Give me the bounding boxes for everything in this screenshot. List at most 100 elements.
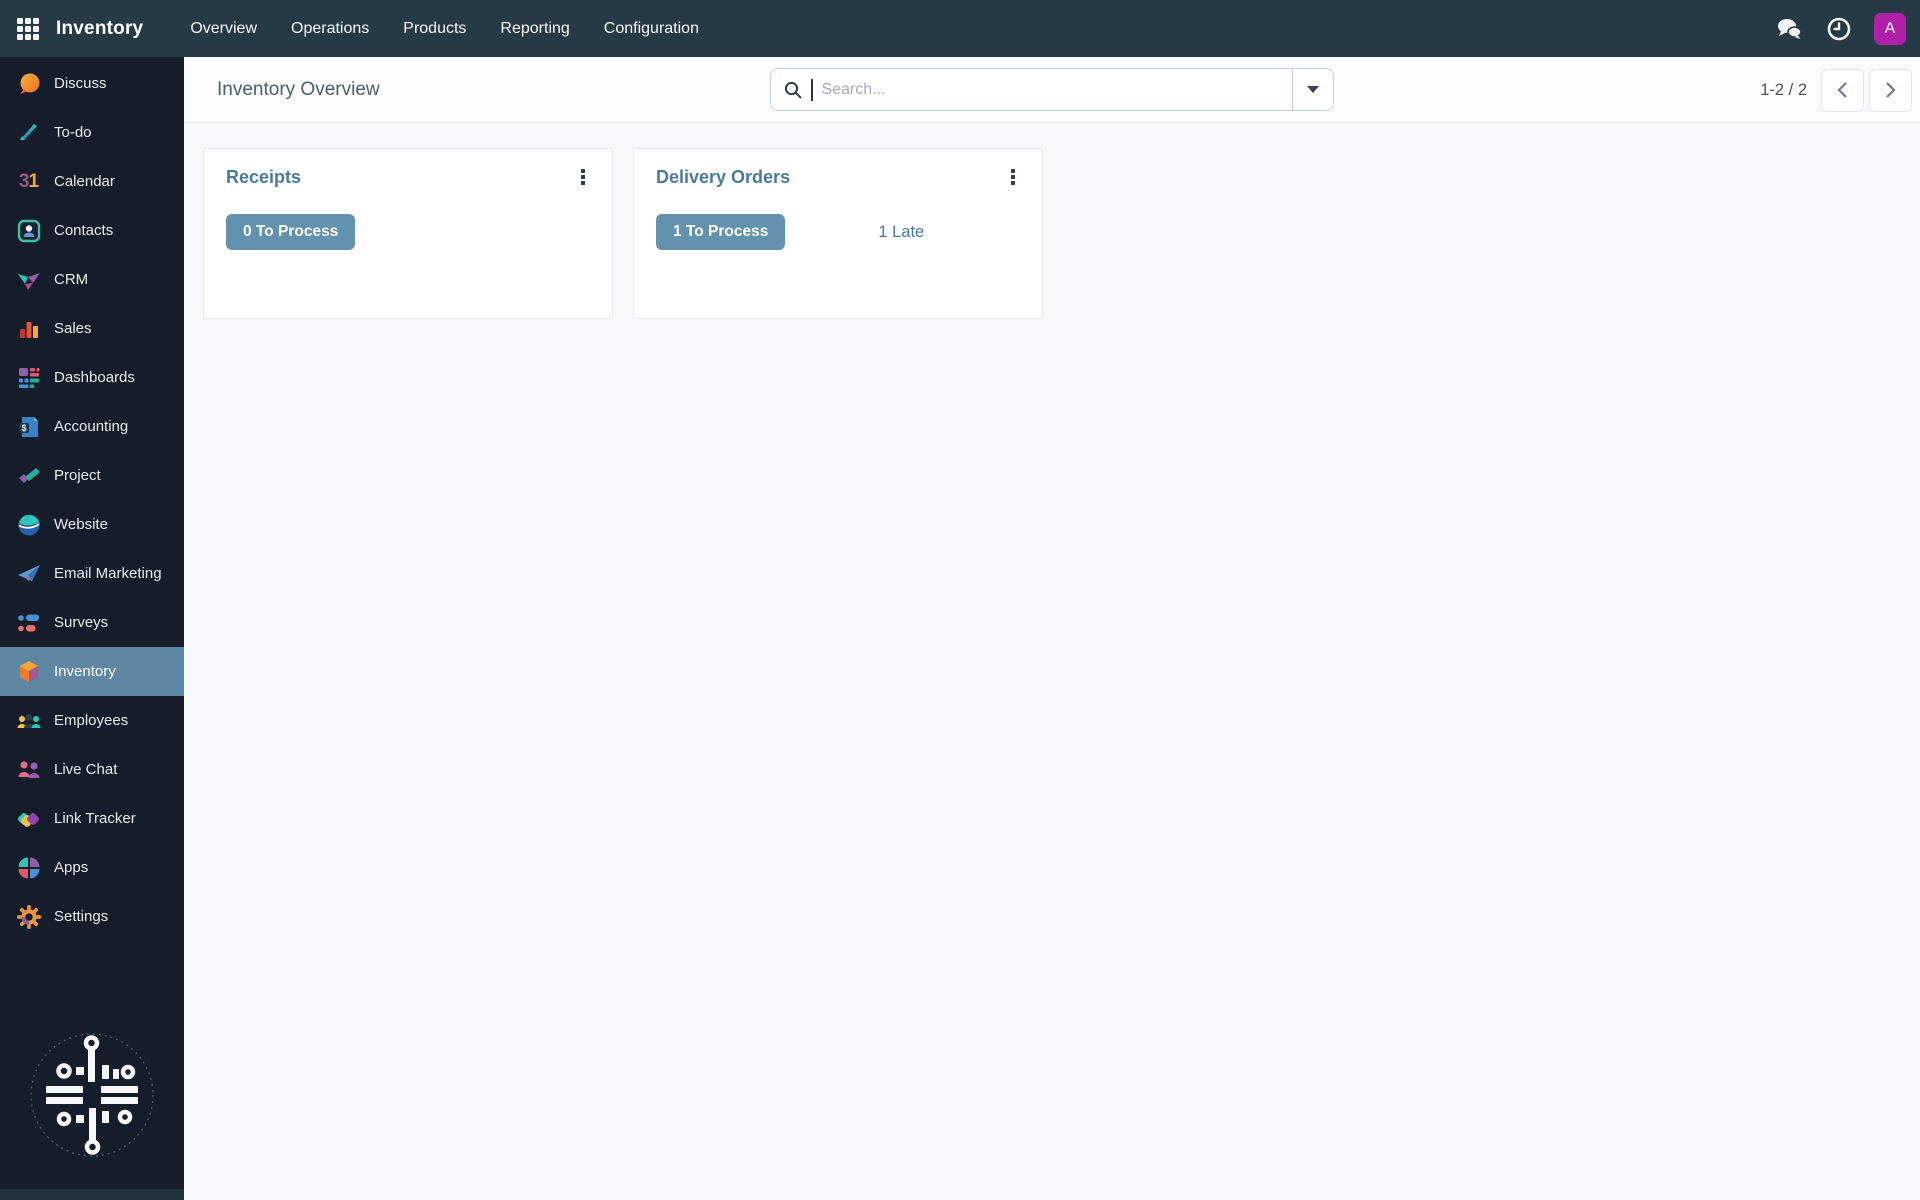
sidebar-item-label: To-do xyxy=(54,124,92,141)
nav-item-configuration[interactable]: Configuration xyxy=(591,0,712,57)
apps-grid-button[interactable] xyxy=(0,0,56,57)
delivery-orders-card-title[interactable]: Delivery Orders xyxy=(656,167,790,188)
search-field-area xyxy=(771,78,1292,101)
sidebar-item-label: Discuss xyxy=(54,75,107,92)
sidebar-item-dashboards[interactable]: Dashboards xyxy=(0,353,184,402)
crm-icon xyxy=(15,266,42,293)
website-icon xyxy=(15,511,42,538)
project-icon xyxy=(15,462,42,489)
link-tracker-icon xyxy=(15,805,42,832)
chevron-right-icon xyxy=(1886,82,1896,98)
pager-buttons xyxy=(1821,68,1912,112)
sidebar-item-label: Live Chat xyxy=(54,761,118,778)
sidebar-item-label: Link Tracker xyxy=(54,810,136,827)
receipts-card-body: 0 To Process xyxy=(226,214,590,250)
delivery-orders-card-body: 1 To Process 1 Late xyxy=(656,214,1020,250)
dashboard-cards: Receipts 0 To Process Delivery Orders 1 … xyxy=(184,123,1920,319)
contacts-icon xyxy=(15,217,42,244)
nav-item-operations[interactable]: Operations xyxy=(278,0,382,57)
chevron-left-icon xyxy=(1837,82,1847,98)
sidebar-item-sales[interactable]: Sales xyxy=(0,304,184,353)
receipts-card: Receipts 0 To Process xyxy=(203,148,613,319)
calendar-digit-3: 3 xyxy=(18,170,30,192)
sidebar-item-apps[interactable]: Apps xyxy=(0,843,184,892)
sidebar-item-label: Calendar xyxy=(54,173,115,190)
sidebar-item-label: Surveys xyxy=(54,614,109,631)
pager-range: 1-2 / 2 xyxy=(1760,80,1807,99)
sidebar-item-label: Accounting xyxy=(54,418,129,435)
delivery-orders-card: Delivery Orders 1 To Process 1 Late xyxy=(633,148,1043,319)
delivery-orders-late-link[interactable]: 1 Late xyxy=(878,223,924,242)
sidebar-item-contacts[interactable]: Contacts xyxy=(0,206,184,255)
company-logo xyxy=(30,1033,154,1157)
sidebar-item-label: Dashboards xyxy=(54,369,135,386)
inventory-icon xyxy=(15,658,42,685)
top-navbar: Inventory Overview Operations Products R… xyxy=(0,0,1920,57)
nav-item-products[interactable]: Products xyxy=(390,0,479,57)
page-title: Inventory Overview xyxy=(217,78,380,100)
sidebar-item-label: Contacts xyxy=(54,222,114,239)
sidebar-item-label: Apps xyxy=(54,859,89,876)
search-bar xyxy=(770,68,1334,111)
sidebar-item-website[interactable]: Website xyxy=(0,500,184,549)
receipts-to-process-button[interactable]: 0 To Process xyxy=(226,214,356,250)
chevron-down-icon xyxy=(1307,86,1319,93)
search-icon xyxy=(784,81,802,98)
sidebar-item-label: Website xyxy=(54,516,108,533)
email-marketing-icon xyxy=(15,560,42,587)
sidebar-item-label: Settings xyxy=(54,908,109,925)
sidebar-item-calendar[interactable]: 3 1 Calendar xyxy=(0,157,184,206)
sidebar-item-inventory[interactable]: Inventory xyxy=(0,647,184,696)
sidebar-item-live-chat[interactable]: Live Chat xyxy=(0,745,184,794)
user-avatar[interactable]: A xyxy=(1874,12,1906,45)
nav-item-reporting[interactable]: Reporting xyxy=(487,0,582,57)
pager: 1-2 / 2 xyxy=(1760,57,1912,123)
apps-grid-icon xyxy=(17,17,39,40)
sidebar-item-project[interactable]: Project xyxy=(0,451,184,500)
calendar-digit-1: 1 xyxy=(28,170,40,192)
delivery-orders-card-menu-button[interactable] xyxy=(1002,165,1024,189)
calendar-icon: 3 1 xyxy=(15,168,42,195)
text-cursor xyxy=(811,78,813,101)
sidebar-item-label: Employees xyxy=(54,712,129,729)
surveys-icon xyxy=(15,609,42,636)
search-input[interactable] xyxy=(821,80,1292,99)
sidebar-item-crm[interactable]: CRM xyxy=(0,255,184,304)
sidebar-item-email-marketing[interactable]: Email Marketing xyxy=(0,549,184,598)
sidebar-bottom-strip xyxy=(0,1189,184,1200)
receipts-card-menu-button[interactable] xyxy=(572,165,594,189)
dashboards-icon xyxy=(15,364,42,391)
systray: A xyxy=(1774,12,1920,45)
app-brand-title: Inventory xyxy=(56,17,144,39)
sidebar-item-label: CRM xyxy=(54,271,89,288)
pager-previous-button[interactable] xyxy=(1821,68,1864,112)
sidebar-item-link-tracker[interactable]: Link Tracker xyxy=(0,794,184,843)
pager-next-button[interactable] xyxy=(1869,68,1912,112)
sidebar-item-accounting[interactable]: $ Accounting xyxy=(0,402,184,451)
discuss-icon xyxy=(15,70,42,97)
sidebar-item-label: Inventory xyxy=(54,663,116,680)
messages-icon[interactable] xyxy=(1774,14,1804,44)
sidebar-item-todo[interactable]: To-do xyxy=(0,108,184,157)
sidebar-item-surveys[interactable]: Surveys xyxy=(0,598,184,647)
live-chat-icon xyxy=(15,756,42,783)
delivery-orders-to-process-button[interactable]: 1 To Process xyxy=(656,214,786,250)
receipts-card-title[interactable]: Receipts xyxy=(226,167,301,188)
sidebar-item-label: Sales xyxy=(54,320,92,337)
accounting-dollar-glyph: $ xyxy=(21,423,26,433)
activities-clock-icon[interactable] xyxy=(1824,14,1854,44)
sales-icon xyxy=(15,315,42,342)
sidebar-app-list: Discuss To-do 3 1 Calendar Contacts CRM … xyxy=(0,57,184,941)
sidebar-item-discuss[interactable]: Discuss xyxy=(0,59,184,108)
employees-icon xyxy=(15,707,42,734)
main-content: Inventory Overview 1-2 / 2 xyxy=(184,57,1920,1200)
nav-item-overview[interactable]: Overview xyxy=(177,0,270,57)
accounting-icon: $ xyxy=(15,413,42,440)
search-options-toggle[interactable] xyxy=(1292,69,1333,110)
sidebar-item-settings[interactable]: Settings xyxy=(0,892,184,941)
control-panel: Inventory Overview 1-2 / 2 xyxy=(184,57,1920,123)
sidebar-item-employees[interactable]: Employees xyxy=(0,696,184,745)
sidebar-item-label: Email Marketing xyxy=(54,565,162,582)
navbar-menu: Overview Operations Products Reporting C… xyxy=(177,0,712,57)
apps-icon xyxy=(15,854,42,881)
